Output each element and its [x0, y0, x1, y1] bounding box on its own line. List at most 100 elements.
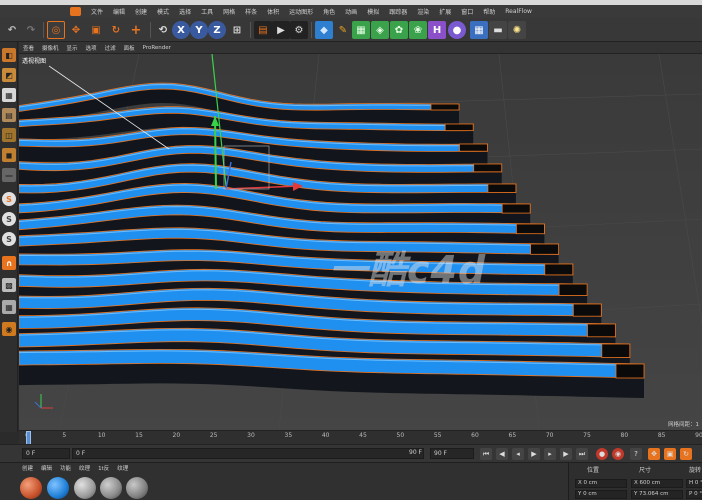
- min-frame-field[interactable]: 0 F: [72, 448, 424, 459]
- max-frame-field[interactable]: 90 F: [430, 448, 474, 459]
- go-to-end-icon[interactable]: ⏭: [576, 448, 588, 460]
- viewport-menu-prorender[interactable]: ProRender: [143, 45, 171, 51]
- edges-mode-icon[interactable]: ◫: [2, 128, 16, 142]
- cloner-icon[interactable]: ✿: [390, 21, 408, 39]
- material-menu-extra[interactable]: 1t反: [98, 464, 109, 472]
- points-mode-icon[interactable]: ▤: [2, 108, 16, 122]
- deformer-icon[interactable]: ❀: [409, 21, 427, 39]
- position-y-field[interactable]: Y 0 cm: [575, 490, 627, 499]
- scale-icon[interactable]: ▣: [87, 21, 105, 39]
- menu-window[interactable]: 窗口: [461, 7, 473, 16]
- material-menu-function[interactable]: 功能: [60, 464, 71, 472]
- menu-simulate[interactable]: 模拟: [367, 7, 379, 16]
- menu-volume[interactable]: 体积: [267, 7, 279, 16]
- workplane-icon[interactable]: ▩: [2, 278, 16, 292]
- material-swatch[interactable]: [126, 477, 148, 499]
- undo-icon[interactable]: ↶: [3, 21, 21, 39]
- menu-create[interactable]: 创建: [135, 7, 147, 16]
- make-editable-icon[interactable]: ◧: [2, 48, 16, 62]
- render-settings-icon[interactable]: ⚙: [290, 21, 308, 39]
- key-rotation-icon[interactable]: ↻: [680, 448, 692, 460]
- array-icon[interactable]: ◈: [371, 21, 389, 39]
- menu-animate[interactable]: 动画: [345, 7, 357, 16]
- snap-icon[interactable]: S: [2, 192, 16, 206]
- position-x-field[interactable]: X 0 cm: [575, 479, 627, 488]
- checker-icon[interactable]: ▦: [2, 88, 16, 102]
- material-swatch[interactable]: [47, 477, 69, 499]
- enable-snap-icon[interactable]: S: [2, 212, 16, 226]
- undo-history-icon[interactable]: ⟲: [154, 21, 172, 39]
- prev-key-icon[interactable]: ◀: [496, 448, 508, 460]
- menu-mesh[interactable]: 网格: [223, 7, 235, 16]
- x-axis-icon[interactable]: X: [172, 21, 190, 39]
- environment-icon[interactable]: ●: [448, 21, 466, 39]
- render-view-icon[interactable]: ▤: [254, 21, 272, 39]
- rotation-h-field[interactable]: H 0 °: [686, 479, 702, 488]
- viewport-menu-display[interactable]: 显示: [67, 44, 78, 52]
- add-icon[interactable]: +: [127, 21, 145, 39]
- material-swatch[interactable]: [100, 477, 122, 499]
- redo-icon[interactable]: ↷: [22, 21, 40, 39]
- perspective-viewport[interactable]: 透视视图 一酷c4d 网格间距：1: [19, 54, 702, 430]
- material-menu-create[interactable]: 创建: [22, 464, 33, 472]
- y-axis-icon[interactable]: Y: [190, 21, 208, 39]
- keyframe-selection-icon[interactable]: ?: [630, 448, 642, 460]
- texture-mode-icon[interactable]: ◩: [2, 68, 16, 82]
- menu-tracker[interactable]: 跟踪器: [389, 7, 407, 16]
- floor-icon[interactable]: ▦: [470, 21, 488, 39]
- material-menu-texture[interactable]: 纹理: [79, 464, 90, 472]
- move-icon[interactable]: ✥: [67, 21, 85, 39]
- menu-tools[interactable]: 工具: [201, 7, 213, 16]
- end-frame-field[interactable]: 90 F: [406, 448, 426, 459]
- material-swatch[interactable]: [74, 477, 96, 499]
- viewport-menu-filter[interactable]: 过滤: [105, 44, 116, 52]
- grid-icon[interactable]: ▦: [2, 300, 16, 314]
- viewport-menu-panel[interactable]: 面板: [124, 44, 135, 52]
- bend-icon[interactable]: H: [428, 21, 446, 39]
- menu-help[interactable]: 帮助: [483, 7, 495, 16]
- step-forward-icon[interactable]: ▸: [544, 448, 556, 460]
- camera-icon[interactable]: ▬: [489, 21, 507, 39]
- menu-render[interactable]: 渲染: [417, 7, 429, 16]
- menu-mode[interactable]: 模式: [157, 7, 169, 16]
- snap-settings-icon[interactable]: S: [2, 232, 16, 246]
- z-axis-icon[interactable]: Z: [208, 21, 226, 39]
- menu-select[interactable]: 选择: [179, 7, 191, 16]
- play-icon[interactable]: ▶: [528, 448, 540, 460]
- menu-edit[interactable]: 编辑: [113, 7, 125, 16]
- menu-extensions[interactable]: 扩展: [439, 7, 451, 16]
- coordinate-system-icon[interactable]: ⊞: [228, 21, 246, 39]
- timeline-ruler[interactable]: 051015202530354045505560657075808590: [19, 430, 702, 445]
- key-position-icon[interactable]: ✥: [648, 448, 660, 460]
- render-picture-icon[interactable]: ▶: [272, 21, 290, 39]
- step-back-icon[interactable]: ◂: [512, 448, 524, 460]
- magnet-icon[interactable]: ∩: [2, 256, 16, 270]
- menu-realflow[interactable]: RealFlow: [505, 8, 532, 15]
- pen-icon[interactable]: ✎: [334, 21, 352, 39]
- rotation-p-field[interactable]: P 0 °: [686, 490, 702, 499]
- autokey-icon[interactable]: ◉: [612, 448, 624, 460]
- menu-character[interactable]: 角色: [323, 7, 335, 16]
- menu-spline[interactable]: 样条: [245, 7, 257, 16]
- subdivision-icon[interactable]: ▦: [352, 21, 370, 39]
- key-scale-icon[interactable]: ▣: [664, 448, 676, 460]
- viewport-menu-options[interactable]: 选项: [86, 44, 97, 52]
- menu-mograph[interactable]: 运动图形: [289, 7, 313, 16]
- viewport-menu-cameras[interactable]: 摄像机: [42, 44, 59, 52]
- material-swatch[interactable]: [20, 477, 42, 499]
- live-select-icon[interactable]: ◎: [47, 21, 65, 39]
- menu-file[interactable]: 文件: [91, 7, 103, 16]
- polygons-mode-icon[interactable]: ◼: [2, 148, 16, 162]
- playhead-marker[interactable]: [26, 431, 31, 445]
- light-icon[interactable]: ✺: [508, 21, 526, 39]
- viewport-menu-view[interactable]: 查看: [23, 44, 34, 52]
- record-icon[interactable]: ●: [596, 448, 608, 460]
- next-key-icon[interactable]: ▶: [560, 448, 572, 460]
- material-menu-texture-2[interactable]: 纹理: [117, 464, 128, 472]
- start-frame-field[interactable]: 0 F: [22, 448, 70, 459]
- rotate-icon[interactable]: ↻: [107, 21, 125, 39]
- go-to-start-icon[interactable]: ⏮: [480, 448, 492, 460]
- cube-icon[interactable]: ◆: [315, 21, 333, 39]
- size-x-field[interactable]: X 600 cm: [631, 479, 683, 488]
- lock-workplane-icon[interactable]: ◉: [2, 322, 16, 336]
